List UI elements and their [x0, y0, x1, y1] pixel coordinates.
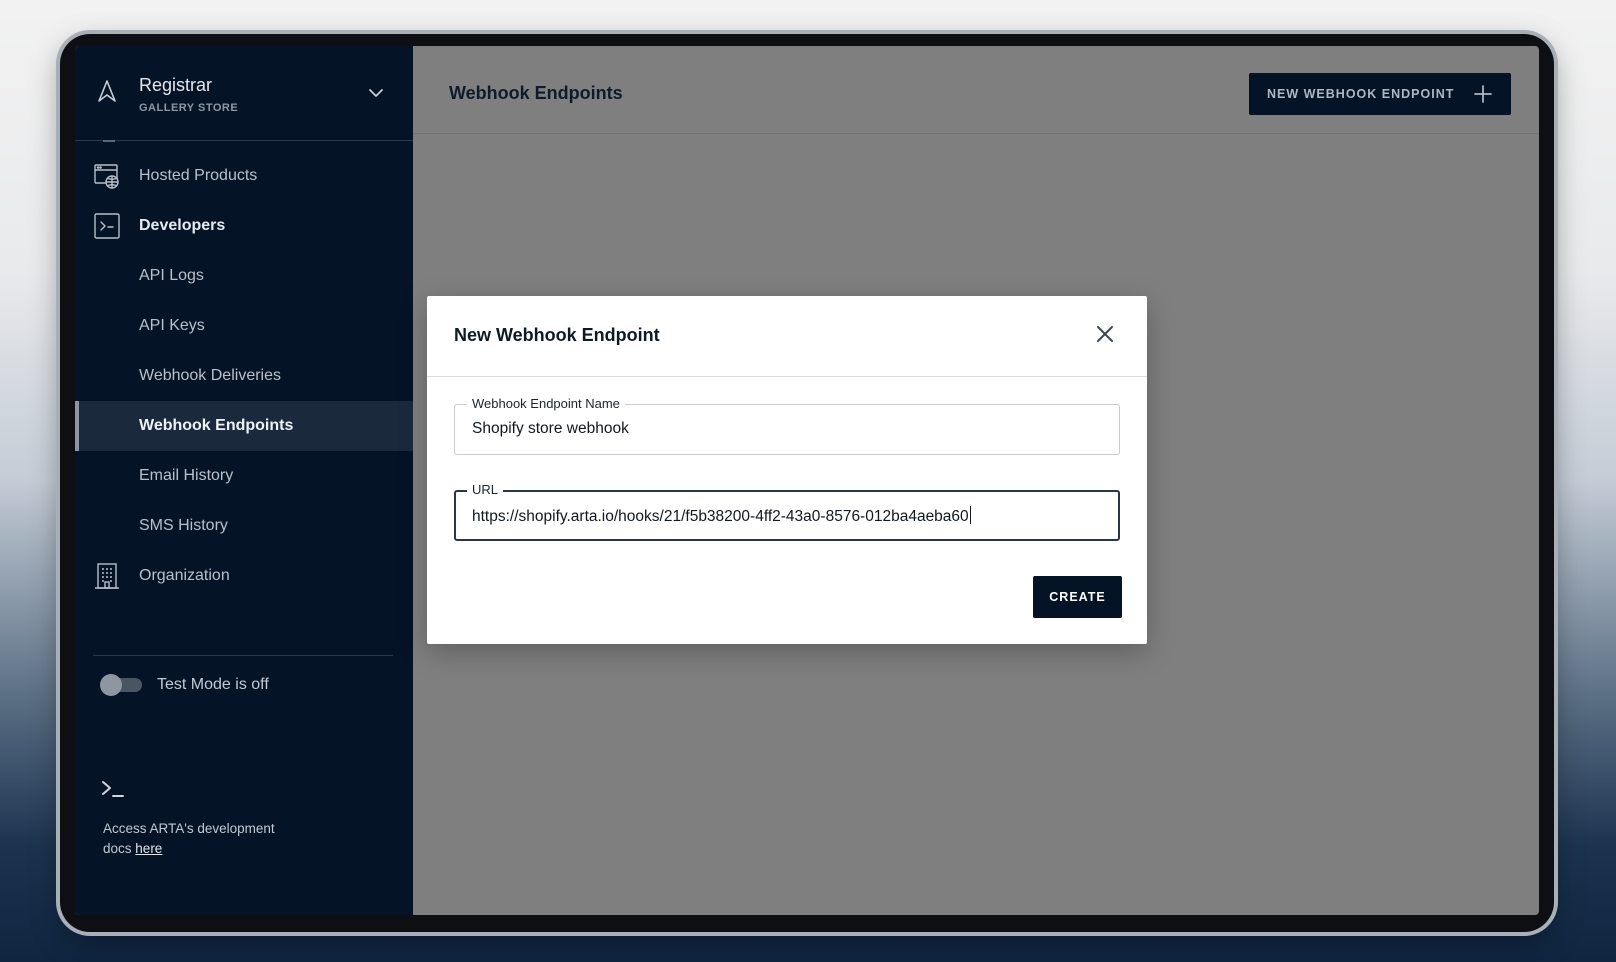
modal-divider — [427, 376, 1147, 377]
sidebar-item-organization[interactable]: Organization — [75, 551, 413, 601]
modal-title: New Webhook Endpoint — [454, 325, 660, 345]
new-webhook-endpoint-button[interactable]: NEW WEBHOOK ENDPOINT — [1249, 73, 1511, 115]
create-button[interactable]: CREATE — [1033, 576, 1122, 618]
sidebar-item-sms-history[interactable]: SMS History — [75, 501, 413, 551]
sidebar-divider — [93, 655, 393, 656]
sidebar-item-webhook-deliveries[interactable]: Webhook Deliveries — [75, 351, 413, 401]
sidebar-item-hosted-products[interactable]: Hosted Products — [75, 151, 413, 201]
device-frame: Registrar GALLERY STORE Hosted Products — [60, 34, 1554, 932]
sidebar-item-webhook-endpoints[interactable]: Webhook Endpoints — [75, 401, 413, 451]
webhook-name-field[interactable]: Webhook Endpoint Name Shopify store webh… — [454, 396, 1120, 455]
close-icon[interactable] — [1093, 322, 1117, 346]
sidebar-item-label: SMS History — [139, 517, 228, 534]
sidebar: Registrar GALLERY STORE Hosted Products — [75, 46, 413, 915]
test-mode-toggle[interactable] — [100, 674, 142, 696]
chevron-down-icon[interactable] — [367, 84, 385, 102]
main-header: Webhook Endpoints NEW WEBHOOK ENDPOINT — [413, 46, 1539, 134]
browser-globe-icon — [94, 164, 119, 189]
url-input[interactable]: https://shopify.arta.io/hooks/21/f5b3820… — [472, 508, 969, 525]
docs-text: Access ARTA's development docs — [103, 821, 275, 856]
sidebar-item-email-history[interactable]: Email History — [75, 451, 413, 501]
terminal-box-icon — [94, 213, 120, 239]
sidebar-item-developers[interactable]: Developers — [75, 201, 413, 251]
webhook-name-input[interactable]: Shopify store webhook — [472, 420, 1102, 438]
sidebar-item-label: API Keys — [139, 317, 205, 334]
test-mode-label: Test Mode is off — [157, 676, 269, 693]
url-field[interactable]: URL https://shopify.arta.io/hooks/21/f5b… — [454, 482, 1120, 541]
url-input-wrap[interactable]: https://shopify.arta.io/hooks/21/f5b3820… — [472, 506, 1102, 526]
org-switcher[interactable]: Registrar GALLERY STORE — [75, 46, 413, 141]
text-caret — [969, 506, 971, 524]
sidebar-item-api-logs[interactable]: API Logs — [75, 251, 413, 301]
org-name: Registrar — [139, 75, 213, 95]
docs-link[interactable]: here — [135, 841, 162, 856]
org-subtitle: GALLERY STORE — [139, 102, 239, 114]
plus-icon — [1474, 85, 1492, 103]
sidebar-item-label: Developers — [139, 217, 226, 234]
sidebar-item-api-keys[interactable]: API Keys — [75, 301, 413, 351]
new-button-label: NEW WEBHOOK ENDPOINT — [1267, 87, 1455, 101]
sidebar-item-label: Hosted Products — [139, 167, 258, 184]
sidebar-item-label: Webhook Deliveries — [139, 367, 281, 384]
sidebar-item-label: Organization — [139, 567, 230, 584]
app-screen: Registrar GALLERY STORE Hosted Products — [75, 46, 1539, 915]
terminal-prompt-icon — [102, 781, 124, 797]
webhook-name-label: Webhook Endpoint Name — [467, 396, 625, 412]
scroll-hint — [103, 140, 115, 144]
page-title: Webhook Endpoints — [449, 83, 623, 103]
building-icon — [95, 563, 119, 589]
url-label: URL — [467, 482, 504, 498]
sidebar-item-label: API Logs — [139, 267, 204, 284]
sidebar-item-label: Email History — [139, 467, 234, 484]
new-webhook-modal: New Webhook Endpoint Webhook Endpoint Na… — [427, 296, 1147, 644]
arta-logo-icon — [98, 80, 116, 102]
docs-note: Access ARTA's development docs here — [103, 819, 303, 859]
toggle-knob — [100, 674, 122, 696]
sidebar-item-label: Webhook Endpoints — [139, 417, 294, 434]
